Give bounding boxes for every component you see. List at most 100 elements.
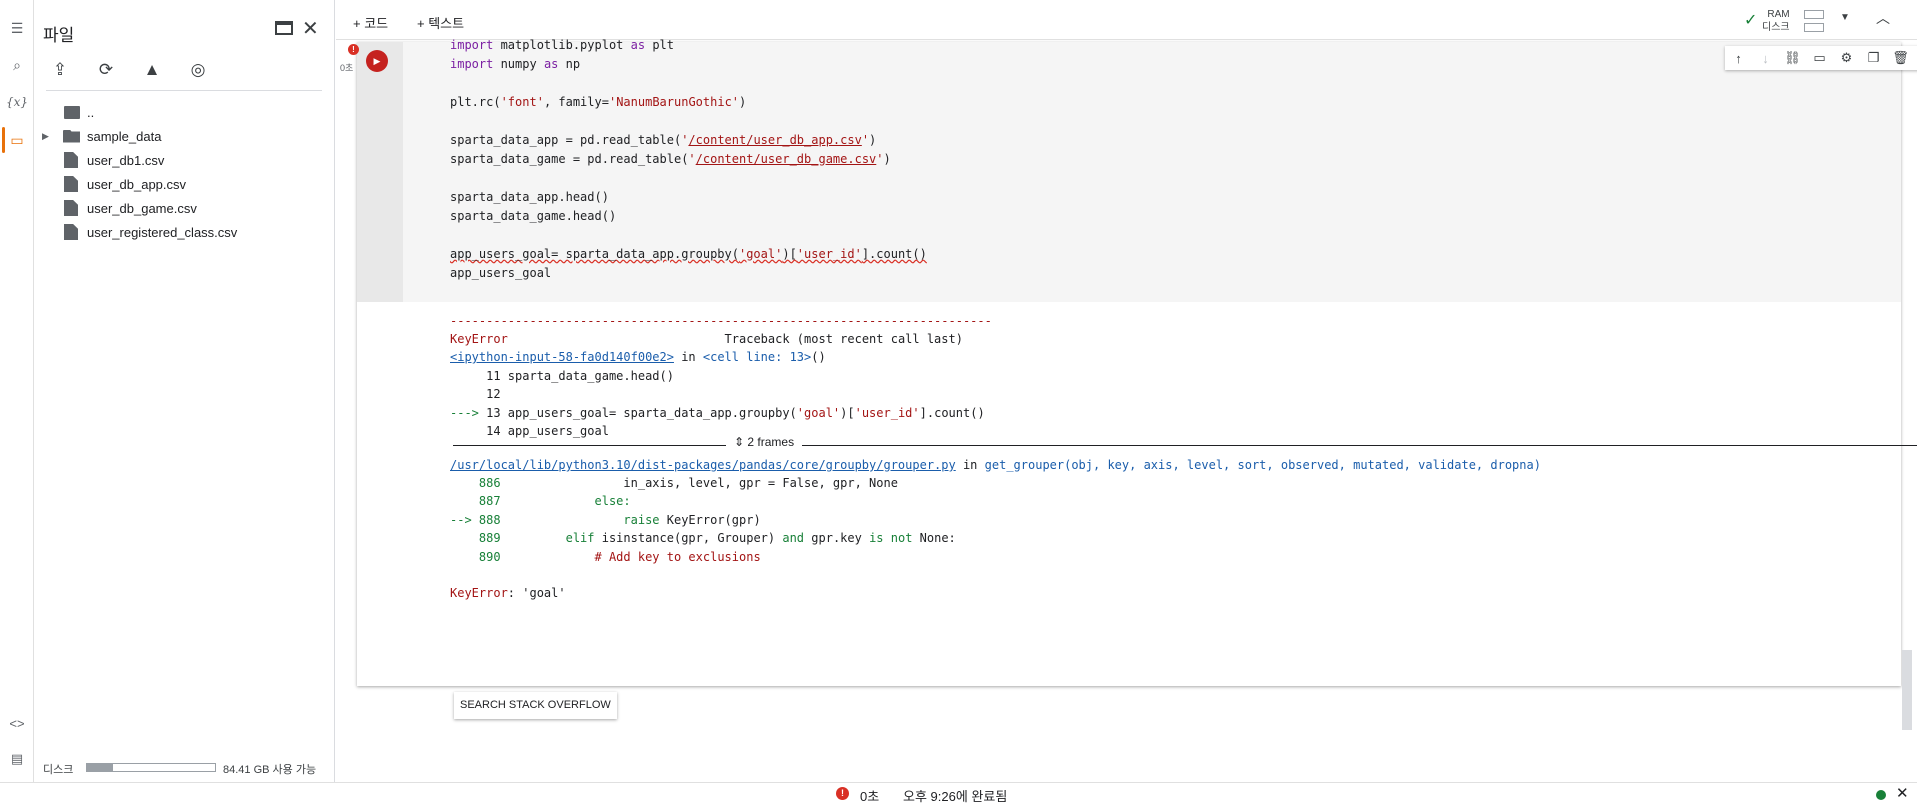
code-token: plt	[645, 38, 674, 52]
search-stack-overflow-button[interactable]: SEARCH STACK OVERFLOW	[454, 692, 617, 719]
tree-item-label: user_db_game.csv	[87, 200, 197, 216]
code-token: , family=	[543, 95, 609, 109]
traceback-token: get_grouper(obj, key, axis, level, sort,…	[984, 458, 1541, 472]
code-line: import numpy as np	[450, 57, 580, 71]
code-editor[interactable]: import matplotlib.pyplot as plt import n…	[403, 38, 1917, 302]
code-token: numpy	[493, 57, 544, 71]
status-completed: 오후 9:26에 완료됨	[903, 789, 1008, 804]
traceback-line-current: --> 888 raise KeyError(gpr)	[450, 511, 761, 530]
frames-label: 2 frames	[747, 435, 795, 449]
code-token: sparta_data_game = pd.read_table(	[450, 152, 689, 166]
code-token: as	[543, 57, 559, 71]
ram-bar	[1804, 10, 1824, 19]
traceback-token: isinstance(gpr, Grouper)	[601, 531, 783, 545]
variables-icon[interactable]: {x}	[0, 87, 34, 117]
tree-item-parent[interactable]: ..	[34, 100, 334, 124]
disk-usage: 디스크 84.41 GB 사용 가능	[34, 758, 334, 778]
traceback-line: 11 sparta_data_game.head()	[450, 369, 674, 383]
comment-icon[interactable]: ▭	[1809, 50, 1831, 66]
code-line: import matplotlib.pyplot as plt	[450, 38, 674, 52]
traceback-token: else:	[500, 494, 631, 508]
tree-item-folder[interactable]: ▶ sample_data	[34, 124, 334, 148]
source-file-link[interactable]: /usr/local/lib/python3.10/dist-packages/…	[450, 458, 956, 472]
terminal-icon[interactable]: ▤	[0, 751, 34, 773]
traceback-token: ].count()	[919, 406, 985, 420]
traceback-location: <ipython-input-58-fa0d140f00e2> in <cell…	[450, 348, 826, 367]
traceback-arrow: --->	[450, 406, 487, 420]
move-up-icon[interactable]: ↑	[1728, 51, 1750, 66]
settings-gear-icon[interactable]: ⚙	[1836, 50, 1858, 66]
tree-item-file[interactable]: user_db1.csv	[34, 148, 334, 172]
collapse-up-icon[interactable]: ︿	[1876, 8, 1890, 28]
traceback-separator: ----------------------------------------…	[450, 314, 992, 328]
traceback-token: in	[955, 458, 985, 472]
file-icon	[64, 224, 78, 240]
error-name: KeyError	[450, 332, 508, 346]
hide-hidden-files-icon[interactable]: ◎	[186, 58, 210, 82]
close-icon[interactable]: ✕	[302, 16, 319, 41]
disk-usage-fill	[87, 764, 113, 771]
disk-label: 디스크	[43, 764, 74, 776]
close-icon[interactable]: ✕	[1896, 784, 1909, 802]
error-status-icon: !	[836, 787, 849, 800]
toc-icon[interactable]: ☰	[0, 13, 34, 43]
code-token: app_users_goal= sparta_data_app.groupby(	[450, 247, 739, 261]
file-icon	[64, 200, 78, 216]
expand-frames-button[interactable]: ⇕ 2 frames	[726, 435, 803, 449]
tree-item-file[interactable]: user_registered_class.csv	[34, 220, 334, 244]
refresh-folder-icon[interactable]: ⟳	[94, 58, 118, 82]
code-token: )[	[782, 247, 797, 261]
code-token: '	[688, 152, 696, 166]
connection-status-icon	[1876, 790, 1886, 800]
error-message: : 'goal'	[507, 586, 566, 600]
code-path-link[interactable]: /content/user_db_app.csv	[688, 133, 861, 147]
tree-item-file[interactable]: user_db_app.csv	[34, 172, 334, 196]
run-cell-button[interactable]: ▶	[366, 50, 388, 72]
traceback-token: None:	[912, 531, 956, 545]
error-indicator-icon: !	[348, 44, 359, 55]
mirror-cell-icon[interactable]: ❐	[1863, 50, 1885, 66]
traceback-token: raise	[500, 513, 667, 527]
code-token: matplotlib.pyplot	[493, 38, 631, 52]
code-text[interactable]: import matplotlib.pyplot as plt import n…	[450, 36, 927, 283]
traceback-line: 886 in_axis, level, gpr = False, gpr, No…	[450, 474, 898, 493]
code-token: 'font'	[500, 95, 544, 109]
traceback-token: elif	[500, 531, 602, 545]
search-icon[interactable]: ⌕	[0, 50, 34, 80]
file-icon	[64, 152, 78, 168]
tree-item-label: user_registered_class.csv	[87, 224, 238, 240]
tree-item-file[interactable]: user_db_game.csv	[34, 196, 334, 220]
traceback-token: )[	[840, 406, 855, 420]
expand-arrow-icon[interactable]: ▶	[42, 131, 49, 142]
undock-icon[interactable]	[275, 21, 293, 35]
left-rail: ☰ ⌕ {x} ▭ <> ▤	[0, 0, 34, 782]
disk-usage-bar	[86, 763, 216, 772]
disk-free-text: 84.41 GB 사용 가능	[223, 764, 317, 776]
code-snippets-icon[interactable]: <>	[0, 716, 34, 738]
delete-icon[interactable]: 🗑	[1890, 50, 1912, 66]
code-token: '	[861, 133, 870, 147]
code-token: ].count()	[861, 247, 927, 261]
traceback-line: 14 app_users_goal	[450, 424, 609, 438]
resource-monitor[interactable]: RAM 디스크	[1762, 8, 1790, 34]
traceback-token: in	[673, 350, 703, 364]
traceback-title: Traceback (most recent call last)	[724, 332, 963, 346]
notebook-toolbar: + 코드 + 텍스트 ✓ RAM 디스크 ▼ ︿	[336, 0, 1917, 40]
code-path-link[interactable]: /content/user_db_game.csv	[696, 152, 877, 166]
traceback-token: in_axis, level, gpr = False, gpr, None	[500, 476, 898, 490]
add-text-button[interactable]: + 텍스트	[417, 13, 464, 32]
folder-icon	[63, 129, 80, 143]
move-down-icon[interactable]: ↓	[1755, 51, 1777, 66]
traceback-token: 'goal'	[796, 406, 841, 420]
add-code-button[interactable]: + 코드	[353, 13, 388, 32]
upload-icon[interactable]: ⇪	[48, 58, 72, 82]
folder-icon[interactable]: ▭	[0, 125, 34, 155]
code-token: import	[450, 38, 494, 52]
code-line: plt.rc('font', family='NanumBarunGothic'…	[450, 95, 746, 109]
ipython-input-link[interactable]: <ipython-input-58-fa0d140f00e2>	[450, 350, 674, 364]
scrollbar[interactable]	[1902, 650, 1912, 730]
tree-item-label: sample_data	[87, 128, 162, 144]
chevron-down-icon[interactable]: ▼	[1840, 12, 1850, 23]
mount-drive-icon[interactable]: ▲	[140, 58, 164, 82]
link-icon[interactable]: ⛓	[1782, 50, 1804, 66]
